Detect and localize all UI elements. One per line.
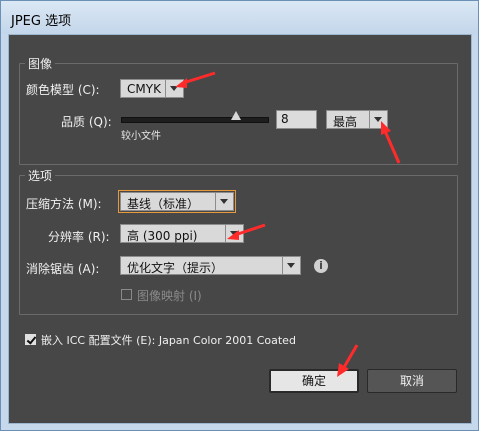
quality-label: 品质 (Q): <box>61 115 112 129</box>
embed-icc-label: 嵌入 ICC 配置文件 (E): Japan Color 2001 Coated <box>41 334 296 347</box>
cancel-button[interactable]: 取消 <box>367 369 457 393</box>
annotation-arrow-colormodel <box>175 71 216 88</box>
annotation-arrow-quality <box>381 121 401 164</box>
compression-value: 基线（标准） <box>127 197 200 211</box>
dialog-window: JPEG 选项 图像 颜色模型 (C): CMYK 品质 (Q): 8 较小文件… <box>0 0 479 431</box>
title-bar[interactable]: JPEG 选项 <box>1 1 478 34</box>
chevron-down-icon[interactable] <box>215 193 233 210</box>
annotation-arrow-ok <box>337 344 359 377</box>
resolution-label: 分辨率 (R): <box>48 230 110 244</box>
quality-input[interactable]: 8 <box>276 110 317 129</box>
color-model-label: 颜色模型 (C): <box>26 83 100 97</box>
imagemap-checkbox[interactable] <box>121 289 132 300</box>
options-group-legend: 选项 <box>25 167 56 184</box>
imagemap-label: 图像映射 (I) <box>137 289 202 303</box>
compression-dropdown[interactable]: 基线（标准） <box>120 192 234 211</box>
quality-preset-value: 最高 <box>333 115 358 129</box>
compression-label: 压缩方法 (M): <box>26 197 102 211</box>
dialog-body: 图像 颜色模型 (C): CMYK 品质 (Q): 8 较小文件 最高 选项 压… <box>8 34 472 424</box>
quality-slider-thumb[interactable] <box>231 111 241 120</box>
antialias-dropdown[interactable]: 优化文字（提示） <box>120 256 301 275</box>
chevron-down-icon[interactable] <box>282 257 300 274</box>
antialias-value: 优化文字（提示） <box>127 261 224 275</box>
quality-hint: 较小文件 <box>121 131 161 142</box>
antialias-label: 消除锯齿 (A): <box>26 262 100 276</box>
image-group-legend: 图像 <box>25 55 56 72</box>
quality-slider-track[interactable] <box>121 117 269 123</box>
annotation-arrow-resolution <box>227 223 266 240</box>
resolution-value: 高 (300 ppi) <box>127 229 198 243</box>
color-model-value: CMYK <box>127 82 161 96</box>
window-title: JPEG 选项 <box>11 14 72 29</box>
info-icon[interactable]: i <box>314 259 328 273</box>
embed-icc-checkbox[interactable] <box>25 334 36 345</box>
